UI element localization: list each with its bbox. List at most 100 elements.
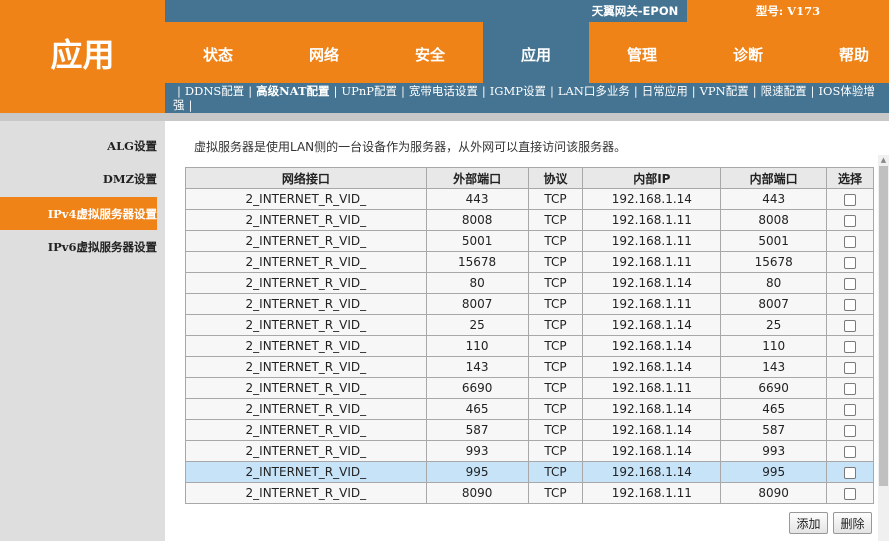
row-select-checkbox[interactable]: [844, 193, 857, 206]
row-select-checkbox[interactable]: [844, 361, 857, 374]
sub-nav-separator: |: [333, 84, 338, 98]
cell-int-port: 6690: [720, 377, 828, 399]
nav-tab-5[interactable]: 诊断: [695, 22, 801, 83]
sub-nav-item-1[interactable]: 高级NAT配置: [256, 84, 329, 98]
left-menu-item-1[interactable]: DMZ设置: [0, 162, 157, 195]
sub-nav-separator: |: [188, 98, 193, 112]
cell-ext-port: 8008: [425, 209, 529, 231]
row-select-checkbox[interactable]: [844, 214, 857, 227]
row-select-checkbox[interactable]: [844, 277, 857, 290]
cell-protocol: TCP: [527, 377, 584, 399]
table-row[interactable]: 2_INTERNET_R_VID_ 465 TCP 192.168.1.14 465: [185, 398, 874, 420]
row-select-checkbox[interactable]: [844, 445, 857, 458]
cell-interface: 2_INTERNET_R_VID_: [185, 335, 427, 357]
table-row[interactable]: 2_INTERNET_R_VID_ 995 TCP 192.168.1.14 995: [185, 461, 874, 483]
cell-int-port: 110: [720, 335, 828, 357]
sub-nav: | DDNS配置 | 高级NAT配置 | UPnP配置 | 宽带电话设置 | IGMP设置 | LAN…: [165, 83, 889, 113]
cell-ext-port: 993: [425, 440, 529, 462]
sub-nav-separator: |: [400, 84, 405, 98]
row-select-checkbox[interactable]: [844, 424, 857, 437]
row-select-checkbox[interactable]: [844, 487, 857, 500]
table-row[interactable]: 2_INTERNET_R_VID_ 8090 TCP 192.168.1.11 8090: [185, 482, 874, 504]
row-select-checkbox[interactable]: [844, 466, 857, 479]
cell-internal-ip: 192.168.1.11: [582, 209, 722, 231]
row-select-checkbox[interactable]: [844, 256, 857, 269]
cell-protocol: TCP: [527, 419, 584, 441]
cell-protocol: TCP: [527, 356, 584, 378]
cell-internal-ip: 192.168.1.11: [582, 482, 722, 504]
cell-int-port: 25: [720, 314, 828, 336]
row-select-checkbox[interactable]: [844, 340, 857, 353]
nav-tab-0[interactable]: 状态: [165, 22, 271, 83]
cell-internal-ip: 192.168.1.14: [582, 272, 722, 294]
cell-protocol: TCP: [527, 209, 584, 231]
sub-nav-item-7[interactable]: VPN配置: [700, 84, 749, 98]
sub-nav-item-4[interactable]: IGMP设置: [490, 84, 546, 98]
vertical-scrollbar[interactable]: ▲: [878, 155, 889, 541]
main-nav: 状态 网络 安全 应用 管理 诊断 帮助: [165, 22, 889, 83]
row-select-checkbox[interactable]: [844, 403, 857, 416]
cell-protocol: TCP: [527, 398, 584, 420]
left-menu-item-2[interactable]: IPv4虚拟服务器设置: [0, 197, 157, 230]
left-menu-item-3[interactable]: IPv6虚拟服务器设置: [0, 230, 157, 263]
table-row[interactable]: 2_INTERNET_R_VID_ 80 TCP 192.168.1.14 80: [185, 272, 874, 294]
sub-nav-item-6[interactable]: 日常应用: [642, 84, 688, 98]
cell-ext-port: 8090: [425, 482, 529, 504]
sub-nav-item-3[interactable]: 宽带电话设置: [409, 84, 478, 98]
cell-select: [826, 461, 874, 483]
cell-select: [826, 188, 874, 210]
cell-protocol: TCP: [527, 293, 584, 315]
cell-interface: 2_INTERNET_R_VID_: [185, 419, 427, 441]
table-row[interactable]: 2_INTERNET_R_VID_ 15678 TCP 192.168.1.11 156…: [185, 251, 874, 273]
nav-tab-1[interactable]: 网络: [271, 22, 377, 83]
table-row[interactable]: 2_INTERNET_R_VID_ 5001 TCP 192.168.1.11 5001: [185, 230, 874, 252]
col-header-protocol: 协议: [527, 167, 584, 189]
cell-interface: 2_INTERNET_R_VID_: [185, 314, 427, 336]
table-row[interactable]: 2_INTERNET_R_VID_ 25 TCP 192.168.1.14 25: [185, 314, 874, 336]
sub-nav-item-0[interactable]: DDNS配置: [185, 84, 244, 98]
cell-ext-port: 25: [425, 314, 529, 336]
cell-ext-port: 80: [425, 272, 529, 294]
table-row[interactable]: 2_INTERNET_R_VID_ 8007 TCP 192.168.1.11 8007: [185, 293, 874, 315]
sub-nav-item-5[interactable]: LAN口多业务: [558, 84, 630, 98]
table-row[interactable]: 2_INTERNET_R_VID_ 143 TCP 192.168.1.14 143: [185, 356, 874, 378]
table-row[interactable]: 2_INTERNET_R_VID_ 443 TCP 192.168.1.14 443: [185, 188, 874, 210]
left-menu-item-0[interactable]: ALG设置: [0, 129, 157, 162]
add-button[interactable]: 添加: [789, 512, 828, 534]
gateway-name: 天翼网关-EPON: [591, 4, 679, 18]
table-row[interactable]: 2_INTERNET_R_VID_ 6690 TCP 192.168.1.11 6690: [185, 377, 874, 399]
delete-button[interactable]: 删除: [833, 512, 872, 534]
nav-tab-2[interactable]: 安全: [377, 22, 483, 83]
cell-protocol: TCP: [527, 272, 584, 294]
row-select-checkbox[interactable]: [844, 382, 857, 395]
cell-select: [826, 209, 874, 231]
cell-interface: 2_INTERNET_R_VID_: [185, 398, 427, 420]
sub-nav-item-8[interactable]: 限速配置: [761, 84, 807, 98]
table-row[interactable]: 2_INTERNET_R_VID_ 993 TCP 192.168.1.14 993: [185, 440, 874, 462]
table-row[interactable]: 2_INTERNET_R_VID_ 8008 TCP 192.168.1.11 8008: [185, 209, 874, 231]
col-header-interface: 网络接口: [185, 167, 427, 189]
sub-nav-separator: |: [752, 84, 757, 98]
table-row[interactable]: 2_INTERNET_R_VID_ 587 TCP 192.168.1.14 587: [185, 419, 874, 441]
cell-internal-ip: 192.168.1.11: [582, 251, 722, 273]
cell-select: [826, 272, 874, 294]
cell-internal-ip: 192.168.1.11: [582, 230, 722, 252]
scroll-up-arrow-icon[interactable]: ▲: [879, 155, 888, 165]
table-row[interactable]: 2_INTERNET_R_VID_ 110 TCP 192.168.1.14 110: [185, 335, 874, 357]
scroll-thumb[interactable]: [879, 166, 888, 486]
nav-tab-4[interactable]: 管理: [589, 22, 695, 83]
nav-tab-6[interactable]: 帮助: [801, 22, 889, 83]
row-select-checkbox[interactable]: [844, 235, 857, 248]
cell-protocol: TCP: [527, 230, 584, 252]
sub-nav-separator: |: [177, 84, 181, 98]
row-select-checkbox[interactable]: [844, 298, 857, 311]
sub-nav-item-2[interactable]: UPnP配置: [341, 84, 397, 98]
cell-interface: 2_INTERNET_R_VID_: [185, 251, 427, 273]
cell-protocol: TCP: [527, 440, 584, 462]
cell-interface: 2_INTERNET_R_VID_: [185, 377, 427, 399]
cell-select: [826, 377, 874, 399]
cell-protocol: TCP: [527, 335, 584, 357]
cell-int-port: 5001: [720, 230, 828, 252]
nav-tab-3[interactable]: 应用: [483, 22, 589, 83]
row-select-checkbox[interactable]: [844, 319, 857, 332]
